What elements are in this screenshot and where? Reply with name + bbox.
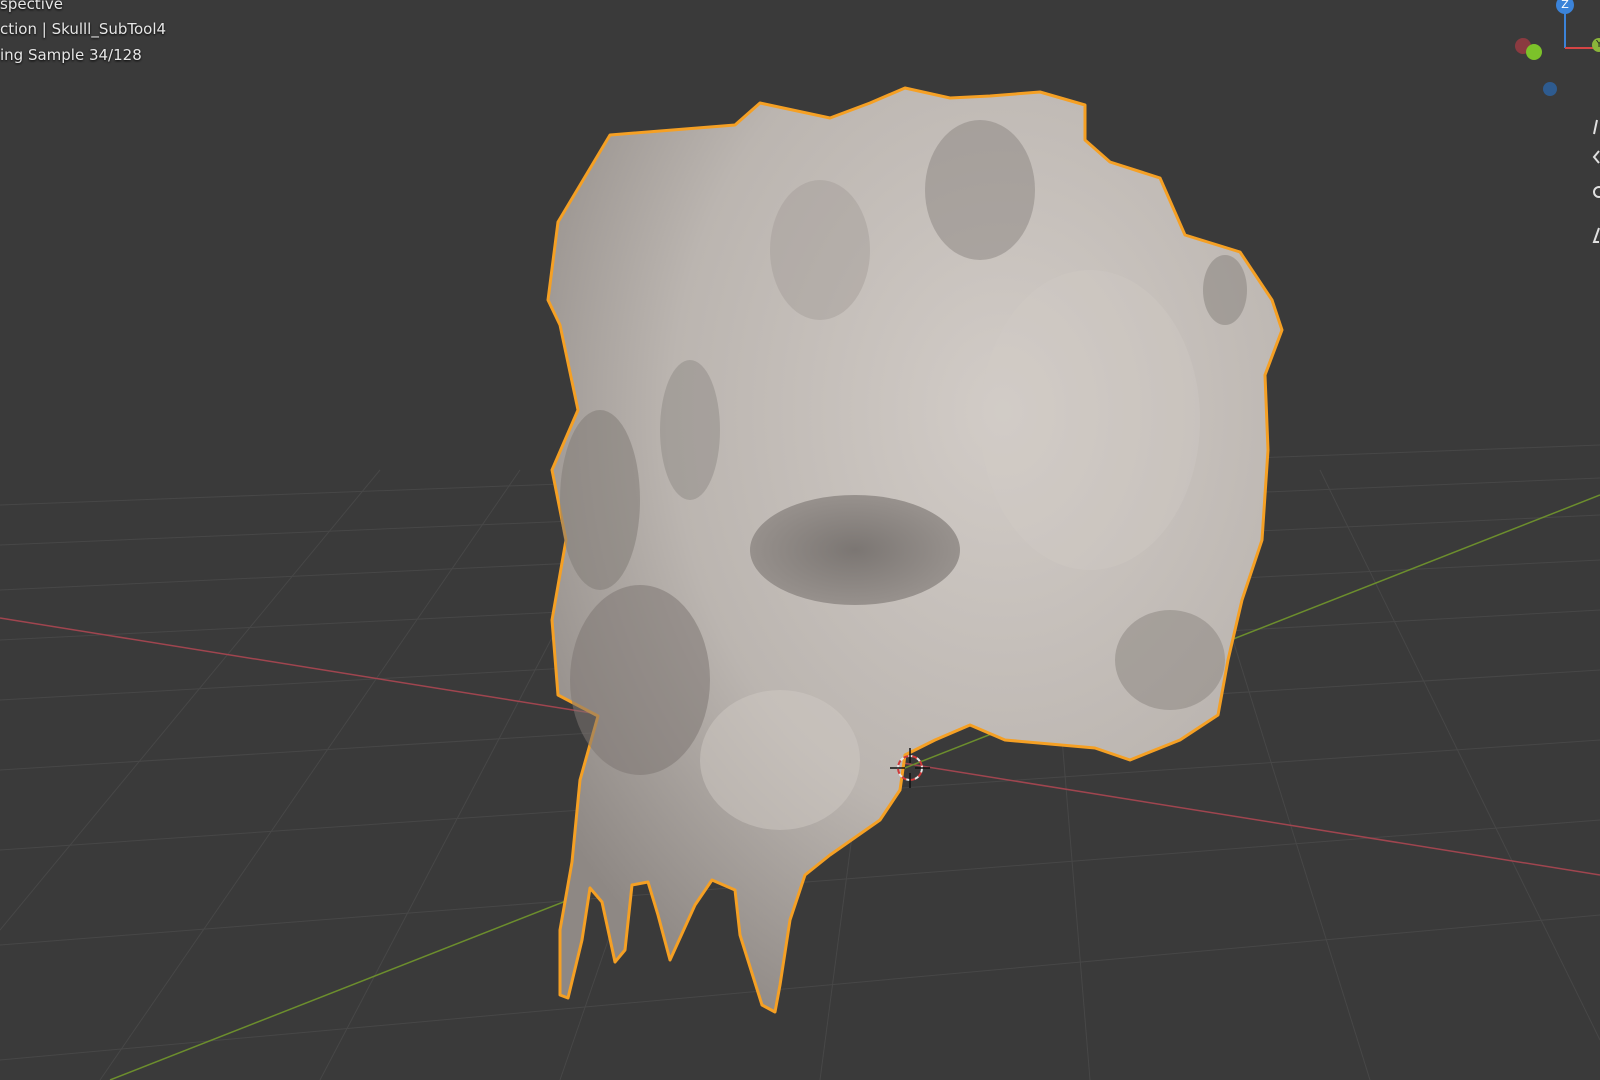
render-status-label: ing Sample 34/128 [0,46,142,64]
gizmo-neg-y-axis[interactable] [1543,82,1557,96]
pan-tool-icon[interactable] [1590,148,1600,166]
ortho-toggle-icon[interactable] [1590,226,1600,244]
temple-shadow [560,410,640,590]
gizmo-y-label: Y [1595,39,1600,50]
forehead-ridge [770,180,870,320]
jaw-highlight [700,690,860,830]
left-eye-socket [750,495,960,605]
view-mode-label: spective [0,0,63,13]
3d-viewport[interactable]: spective ction | Skulll_SubTool4 ing Sam… [0,0,1600,1080]
zoom-tool-icon[interactable] [1590,118,1600,136]
right-cheek-shadow [1115,610,1225,710]
gizmo-z-label: Z [1561,0,1569,11]
right-temple-shadow [1203,255,1247,325]
cheek-shadow [570,585,710,775]
gizmo-x-axis[interactable]: Y [1592,38,1600,52]
zygomatic-highlight [980,270,1200,570]
viewport-scene[interactable] [0,0,1600,1080]
nasal-shadow [660,360,720,500]
collection-object-label: ction | Skulll_SubTool4 [0,20,167,38]
gizmo-y-axis[interactable] [1526,44,1542,60]
camera-view-icon[interactable] [1590,183,1600,201]
brow-shadow [925,120,1035,260]
view-gizmo-icon[interactable]: Z Y [1510,0,1600,110]
